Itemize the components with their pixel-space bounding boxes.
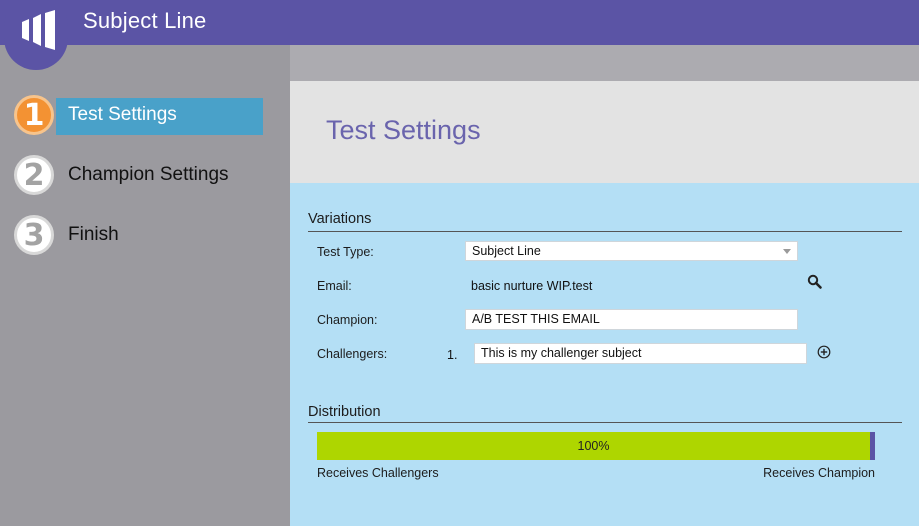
step-champion-settings[interactable]: 2 Champion Settings [14,155,229,195]
distribution-percent-label: 100% [577,439,610,453]
email-value: basic nurture WIP.test [471,279,593,293]
logo-badge[interactable] [4,0,68,70]
step-test-settings[interactable]: 1 Test Settings [14,95,177,135]
section-divider [308,422,902,423]
challengers-label: Challengers: [317,347,388,361]
distribution-section-title: Distribution [308,404,381,420]
challenger-field[interactable]: This is my challenger subject [474,343,807,364]
step-finish[interactable]: 3 Finish [14,215,119,255]
main-top-strip [290,45,919,81]
variations-section-title: Variations [308,211,372,227]
step-number-badge: 2 [14,155,54,195]
search-icon[interactable] [807,274,823,290]
wizard-sidebar: 1 Test Settings 2 Champion Settings 3 Fi… [0,45,290,526]
section-divider [308,231,902,232]
main-header: Test Settings [290,81,919,183]
challenger-number: 1. [447,348,458,362]
app-title: Subject Line [83,8,207,33]
receives-challengers-label: Receives Challengers [317,466,439,480]
plus-circle-icon[interactable] [817,345,831,359]
top-bar: Subject Line [0,0,919,45]
step-number-badge: 3 [14,215,54,255]
receives-champion-label: Receives Champion [763,466,875,480]
step-label: Finish [68,224,119,245]
test-type-value: Subject Line [472,244,541,258]
email-label: Email: [317,279,352,293]
marketo-logo-icon [22,10,55,50]
test-type-label: Test Type: [317,245,374,259]
dropdown-arrow-icon [783,249,791,254]
step-label: Test Settings [68,104,177,125]
distribution-bar: 100% [317,432,875,460]
test-type-select[interactable]: Subject Line [465,241,798,261]
main-body: Variations Test Type: Subject Line Email… [290,183,919,526]
page-title: Test Settings [326,115,481,145]
distribution-slider-handle[interactable] [870,432,875,460]
champion-label: Champion: [317,313,378,327]
step-number-badge: 1 [14,95,54,135]
champion-field[interactable]: A/B TEST THIS EMAIL [465,309,798,330]
step-label: Champion Settings [68,164,229,185]
